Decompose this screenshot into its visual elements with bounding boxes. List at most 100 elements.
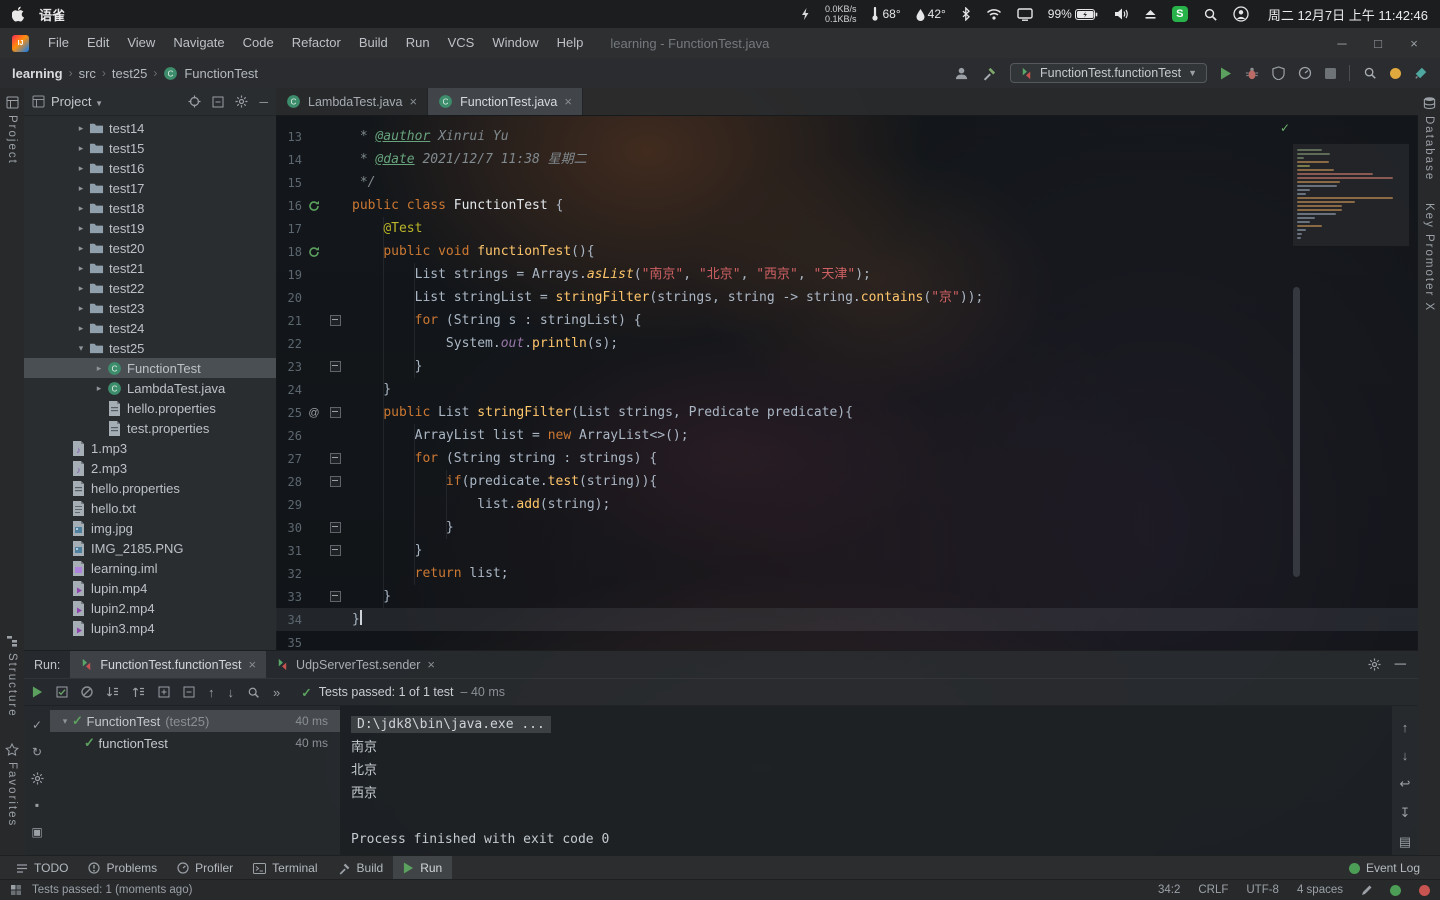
- chevron-right-icon[interactable]: ▸: [74, 183, 88, 194]
- tree-item-1.mp3[interactable]: ♪ 1.mp3: [24, 438, 276, 458]
- fold-marker[interactable]: [326, 361, 344, 372]
- menu-edit[interactable]: Edit: [78, 35, 118, 50]
- chevron-right-icon[interactable]: ▸: [74, 123, 88, 134]
- code-line-24[interactable]: 24 }: [276, 378, 1418, 401]
- close-tab-icon[interactable]: ×: [248, 657, 256, 672]
- fold-marker[interactable]: [326, 407, 344, 418]
- tree-item-test20[interactable]: ▸ test20: [24, 238, 276, 258]
- tree-item-test19[interactable]: ▸ test19: [24, 218, 276, 238]
- code-minimap[interactable]: [1292, 143, 1410, 247]
- notifications-icon[interactable]: [1419, 884, 1430, 896]
- rerun-auto-button[interactable]: ↻: [32, 745, 42, 759]
- hide-panel-button[interactable]: ─: [259, 95, 268, 109]
- fold-marker[interactable]: [326, 315, 344, 326]
- tool-windows-toggle-icon[interactable]: [10, 884, 22, 896]
- previous-failed-button[interactable]: ↑: [208, 685, 215, 700]
- more-button[interactable]: »: [273, 685, 280, 700]
- stop-button[interactable]: [81, 686, 93, 698]
- network-speed-indicator[interactable]: 0.0KB/s 0.1KB/s: [825, 4, 857, 24]
- test-settings-button[interactable]: [31, 772, 44, 785]
- tree-item-test24[interactable]: ▸ test24: [24, 318, 276, 338]
- profiler-button[interactable]: [1298, 66, 1312, 80]
- chevron-right-icon[interactable]: ▸: [92, 383, 106, 394]
- tree-item-test23[interactable]: ▸ test23: [24, 298, 276, 318]
- code-line-32[interactable]: 32 return list;: [276, 562, 1418, 585]
- next-failed-button[interactable]: ↓: [228, 685, 235, 700]
- profile-icon[interactable]: [954, 66, 969, 81]
- chevron-down-icon[interactable]: ▾: [74, 343, 88, 354]
- run-console[interactable]: D:\jdk8\bin\java.exe ... 南京 北京 西京 Process f…: [341, 706, 1392, 856]
- close-tab-icon[interactable]: ×: [427, 657, 435, 672]
- editor-scrollbar[interactable]: [1293, 287, 1300, 577]
- chevron-right-icon[interactable]: ▸: [74, 203, 88, 214]
- tree-item-hello.properties[interactable]: hello.properties: [24, 398, 276, 418]
- close-button[interactable]: ×: [1396, 36, 1432, 51]
- rerun-failed-button[interactable]: [56, 686, 68, 698]
- tool-button-database[interactable]: Database: [1423, 96, 1436, 181]
- code-line-19[interactable]: 19 List strings = Arrays.asList("南京", "北…: [276, 263, 1418, 286]
- tree-item-test17[interactable]: ▸ test17: [24, 178, 276, 198]
- chevron-right-icon[interactable]: ▸: [74, 283, 88, 294]
- tree-item-test21[interactable]: ▸ test21: [24, 258, 276, 278]
- rerun-button[interactable]: [32, 686, 43, 698]
- screenshot-button[interactable]: ▣: [31, 825, 42, 839]
- line-ending-indicator[interactable]: CRLF: [1198, 884, 1228, 896]
- panel-settings-gear-icon[interactable]: [235, 95, 248, 108]
- code-line-13[interactable]: 13 * @author Xinrui Yu: [276, 125, 1418, 148]
- breadcrumb-item-src[interactable]: src: [79, 66, 96, 81]
- stop-button[interactable]: [1325, 67, 1336, 79]
- volume-icon[interactable]: [1114, 8, 1129, 20]
- chevron-down-icon[interactable]: ▾: [58, 716, 72, 727]
- menu-window[interactable]: Window: [483, 35, 547, 50]
- tree-item-test.properties[interactable]: test.properties: [24, 418, 276, 438]
- scroll-down-button[interactable]: ↓: [1402, 748, 1409, 763]
- hide-run-panel-button[interactable]: ─: [1395, 656, 1406, 674]
- tree-item-2.mp3[interactable]: ♪ 2.mp3: [24, 458, 276, 478]
- encoding-indicator[interactable]: UTF-8: [1246, 884, 1279, 896]
- code-line-22[interactable]: 22 System.out.println(s);: [276, 332, 1418, 355]
- tree-item-test16[interactable]: ▸ test16: [24, 158, 276, 178]
- debug-button[interactable]: [1245, 66, 1259, 80]
- active-app-name[interactable]: 语雀: [39, 5, 65, 24]
- print-button[interactable]: ▤: [1399, 834, 1411, 850]
- code-line-29[interactable]: 29 list.add(string);: [276, 493, 1418, 516]
- sort-desc-button[interactable]: [106, 686, 119, 698]
- breadcrumb-item-learning[interactable]: learning: [12, 66, 63, 81]
- sort-asc-button[interactable]: [132, 686, 145, 698]
- update-indicator[interactable]: [1390, 67, 1401, 79]
- code-line-14[interactable]: 14 * @date 2021/12/7 11:38 星期二: [276, 148, 1418, 171]
- tree-item-test14[interactable]: ▸ test14: [24, 118, 276, 138]
- fold-marker[interactable]: [326, 591, 344, 602]
- tree-item-test15[interactable]: ▸ test15: [24, 138, 276, 158]
- code-line-35[interactable]: 35: [276, 631, 1418, 650]
- maximize-button[interactable]: □: [1360, 36, 1396, 51]
- code-line-20[interactable]: 20 List stringList = stringFilter(string…: [276, 286, 1418, 309]
- menu-build[interactable]: Build: [350, 35, 397, 50]
- chevron-right-icon[interactable]: ▸: [74, 323, 88, 334]
- breadcrumb-item-test25[interactable]: test25: [112, 66, 147, 81]
- eject-icon[interactable]: [1144, 8, 1157, 20]
- tool-profiler-button[interactable]: Profiler: [167, 856, 243, 880]
- chevron-right-icon[interactable]: ▸: [74, 303, 88, 314]
- chevron-right-icon[interactable]: ▸: [92, 363, 106, 374]
- tree-item-functiontest[interactable]: ▸ C FunctionTest: [24, 358, 276, 378]
- tree-item-lupin3.mp4[interactable]: lupin3.mp4: [24, 618, 276, 638]
- menu-refactor[interactable]: Refactor: [283, 35, 350, 50]
- tool-button-structure[interactable]: Structure: [6, 635, 19, 717]
- scroll-to-end-button[interactable]: ↧: [1400, 805, 1411, 821]
- chevron-right-icon[interactable]: ▸: [74, 143, 88, 154]
- editor-tab-functiontest.java[interactable]: C FunctionTest.java ×: [428, 88, 583, 115]
- collapse-all-button[interactable]: [212, 96, 224, 108]
- tree-item-learning.iml[interactable]: learning.iml: [24, 558, 276, 578]
- code-line-17[interactable]: 17 @Test: [276, 217, 1418, 240]
- search-everywhere-icon[interactable]: [1363, 66, 1377, 80]
- scroll-up-button[interactable]: ↑: [1402, 720, 1409, 735]
- code-line-18[interactable]: 18 public void functionTest(){: [276, 240, 1418, 263]
- editor-tab-lambdatest.java[interactable]: C LambdaTest.java ×: [276, 88, 429, 115]
- fold-marker[interactable]: [326, 476, 344, 487]
- bluetooth-icon[interactable]: [961, 7, 971, 21]
- tree-item-hello.properties[interactable]: hello.properties: [24, 478, 276, 498]
- menu-view[interactable]: View: [118, 35, 164, 50]
- indent-indicator[interactable]: 4 spaces: [1297, 884, 1343, 896]
- code-line-25[interactable]: 25 @ public List stringFilter(List string…: [276, 401, 1418, 424]
